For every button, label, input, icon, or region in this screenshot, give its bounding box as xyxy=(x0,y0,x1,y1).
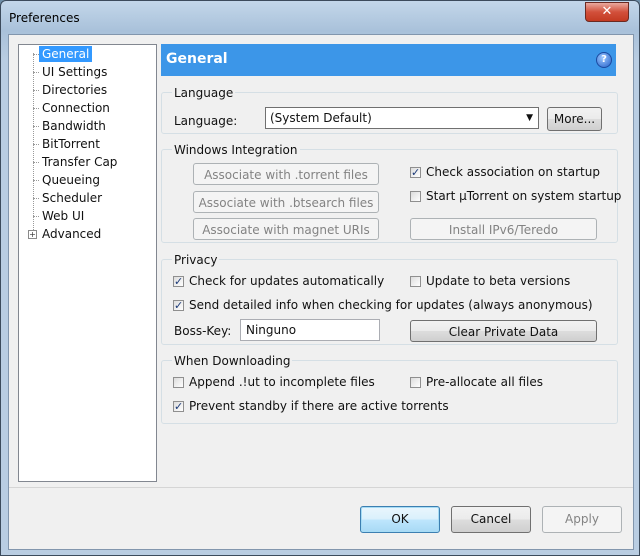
language-label: Language: xyxy=(174,114,238,128)
section-title: General xyxy=(166,51,228,67)
tree-connector-line xyxy=(33,53,34,238)
prevent-standby-label: Prevent standby if there are active torr… xyxy=(189,399,449,413)
append-lut-label: Append .!ut to incomplete files xyxy=(189,375,375,389)
append-lut-checkbox[interactable] xyxy=(173,377,184,388)
footer-separator xyxy=(9,487,633,488)
preallocate-label: Pre-allocate all files xyxy=(426,375,543,389)
tree-item-bittorrent[interactable]: BitTorrent xyxy=(39,136,103,152)
section-header: General ? xyxy=(161,44,616,76)
tree-item-connection[interactable]: Connection xyxy=(39,100,113,116)
tree-item-directories[interactable]: Directories xyxy=(39,82,110,98)
when-downloading-group: When Downloading Append .!ut to incomple… xyxy=(161,354,618,424)
clear-private-data-button[interactable]: Clear Private Data xyxy=(410,320,597,342)
when-downloading-title: When Downloading xyxy=(172,354,293,368)
send-info-label: Send detailed info when checking for upd… xyxy=(189,298,593,312)
check-updates-label: Check for updates automatically xyxy=(189,274,385,288)
check-association-label: Check association on startup xyxy=(426,165,600,179)
install-ipv6-button[interactable]: Install IPv6/Teredo xyxy=(410,218,597,240)
tree-item-bandwidth[interactable]: Bandwidth xyxy=(39,118,109,134)
title-bar[interactable]: Preferences ✕ xyxy=(1,1,639,35)
windows-integration-group: Windows Integration Associate with .torr… xyxy=(161,143,622,243)
close-icon: ✕ xyxy=(601,4,613,19)
language-value: (System Default) xyxy=(270,111,372,125)
privacy-title: Privacy xyxy=(172,253,220,267)
boss-key-label: Boss-Key: xyxy=(174,324,232,338)
associate-torrent-button[interactable]: Associate with .torrent files xyxy=(193,163,379,185)
privacy-group: Privacy ✓ Check for updates automaticall… xyxy=(161,253,618,345)
beta-updates-checkbox[interactable] xyxy=(410,276,421,287)
beta-updates-label: Update to beta versions xyxy=(426,274,571,288)
apply-button[interactable]: Apply xyxy=(542,506,622,533)
associate-btsearch-button[interactable]: Associate with .btsearch files xyxy=(193,191,379,213)
ok-button[interactable]: OK xyxy=(360,506,440,533)
tree-item-general[interactable]: General xyxy=(39,46,93,62)
window-title: Preferences xyxy=(9,11,80,25)
start-on-startup-checkbox[interactable] xyxy=(410,191,421,202)
more-languages-button[interactable]: More... xyxy=(547,107,602,131)
tree-item-transfer-cap[interactable]: Transfer Cap xyxy=(39,154,120,170)
windows-integration-title: Windows Integration xyxy=(172,143,300,157)
tree-item-queueing[interactable]: Queueing xyxy=(39,172,103,188)
boss-key-input[interactable]: Ninguno xyxy=(240,319,380,341)
start-on-startup-label: Start µTorrent on system startup xyxy=(426,189,622,203)
category-tree[interactable]: General UI Settings Directories Connecti… xyxy=(18,44,157,482)
tree-item-advanced[interactable]: Advanced xyxy=(39,226,104,242)
dialog-client-area: General UI Settings Directories Connecti… xyxy=(8,34,634,550)
preferences-window: Preferences ✕ General UI Settings Direct… xyxy=(0,0,640,556)
language-group-title: Language xyxy=(172,86,236,100)
help-icon[interactable]: ? xyxy=(596,52,612,68)
check-association-checkbox[interactable]: ✓ xyxy=(410,167,421,178)
preallocate-checkbox[interactable] xyxy=(410,377,421,388)
tree-item-scheduler[interactable]: Scheduler xyxy=(39,190,105,206)
language-select[interactable]: (System Default) ▼ xyxy=(265,107,539,129)
tree-item-web-ui[interactable]: Web UI xyxy=(39,208,87,224)
expand-plus-icon[interactable]: + xyxy=(28,230,37,239)
cancel-button[interactable]: Cancel xyxy=(451,506,531,533)
send-info-checkbox[interactable]: ✓ xyxy=(173,300,184,311)
associate-magnet-button[interactable]: Associate with magnet URIs xyxy=(193,218,379,240)
prevent-standby-checkbox[interactable]: ✓ xyxy=(173,401,184,412)
close-button[interactable]: ✕ xyxy=(585,2,629,22)
language-group: Language Language: (System Default) ▼ Mo… xyxy=(161,86,618,134)
dropdown-arrow-icon: ▼ xyxy=(526,113,533,123)
tree-item-ui-settings[interactable]: UI Settings xyxy=(39,64,110,80)
check-updates-checkbox[interactable]: ✓ xyxy=(173,276,184,287)
